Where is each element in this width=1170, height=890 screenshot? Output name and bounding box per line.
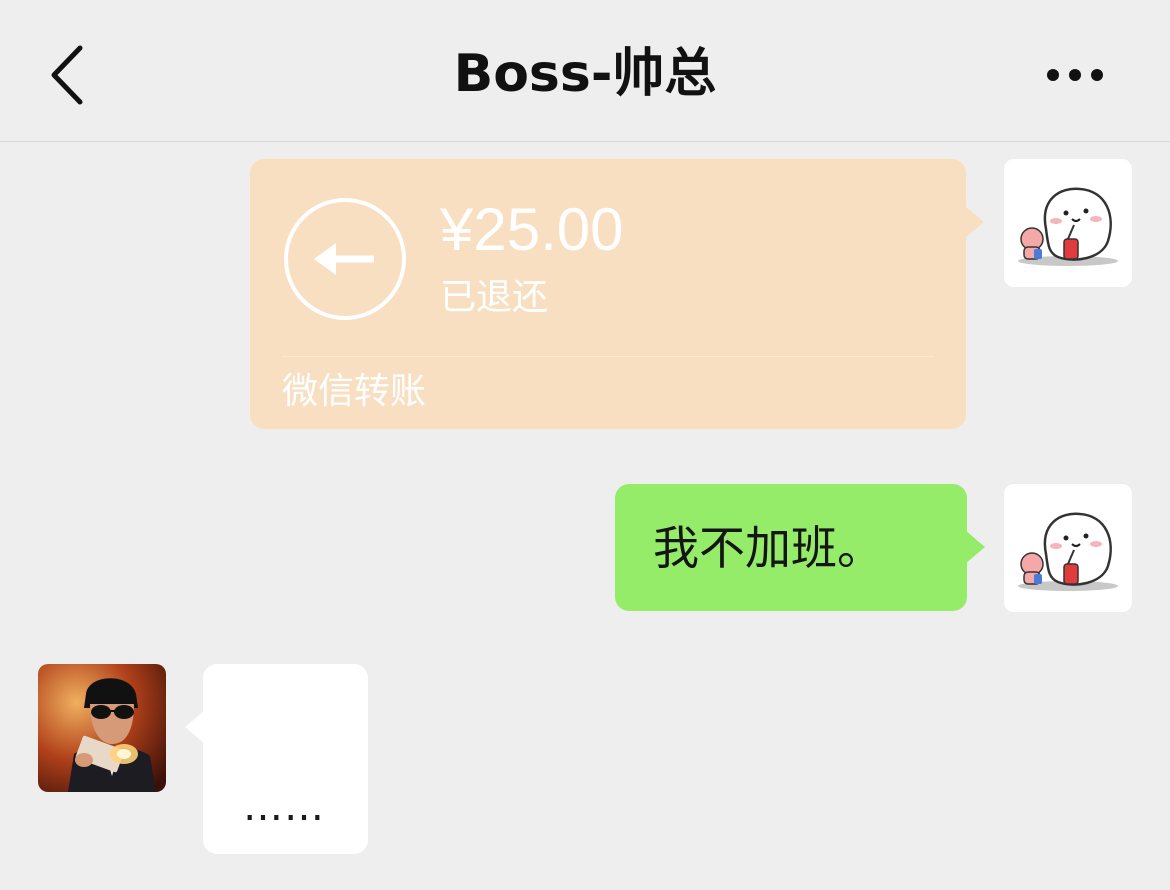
cartoon-sticker-avatar-icon xyxy=(1018,512,1118,591)
received-message-bubble[interactable]: …… xyxy=(203,664,368,854)
ellipsis-icon xyxy=(1047,69,1103,81)
more-button[interactable] xyxy=(1040,60,1110,90)
transfer-amount: ¥25.00 xyxy=(440,196,624,263)
transfer-service-label: 微信转账 xyxy=(282,371,427,412)
transfer-bubble[interactable]: ¥25.00 已退还 微信转账 xyxy=(250,159,966,429)
transfer-divider xyxy=(282,356,934,357)
transfer-status: 已退还 xyxy=(440,277,549,318)
sent-message-bubble[interactable]: 我不加班。 xyxy=(615,484,967,611)
received-message-tail xyxy=(185,710,205,744)
man-with-sunglasses-avatar-icon xyxy=(38,664,166,792)
transfer-bubble-tail xyxy=(964,205,984,239)
my-avatar[interactable] xyxy=(1004,159,1132,287)
chat-screen: Boss-帅总 ¥25.00 已退还 微信转账 我不加班。 …… xyxy=(0,0,1170,890)
chat-title: Boss-帅总 xyxy=(453,44,717,104)
chat-header: Boss-帅总 xyxy=(0,0,1170,142)
cartoon-sticker-avatar-icon xyxy=(1018,187,1118,266)
my-avatar[interactable] xyxy=(1004,484,1132,612)
message-text: …… xyxy=(243,784,325,830)
boss-avatar[interactable] xyxy=(38,664,166,792)
refund-arrow-icon xyxy=(282,196,408,322)
sent-message-tail xyxy=(965,530,985,564)
message-text: 我不加班。 xyxy=(653,521,883,575)
